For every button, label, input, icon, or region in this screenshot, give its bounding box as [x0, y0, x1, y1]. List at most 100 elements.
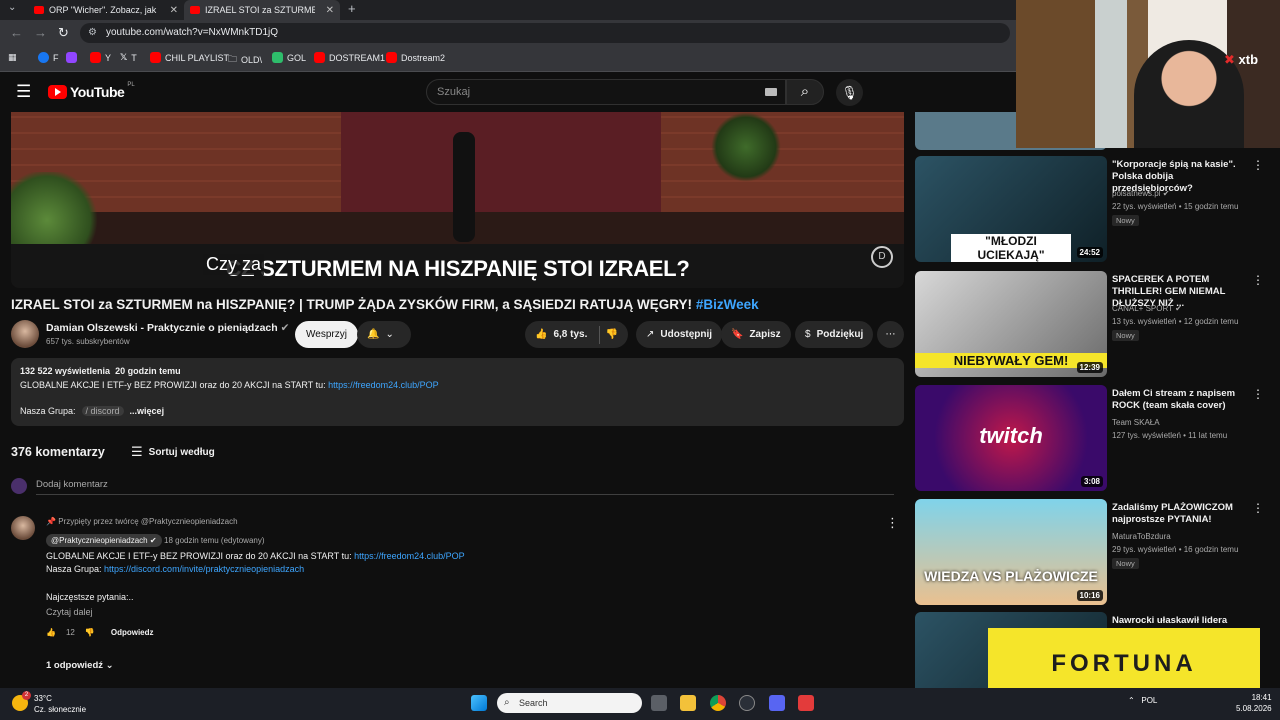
menu-icon[interactable]: ☰ [16, 82, 31, 102]
more-vert-icon[interactable]: ⋮ [1252, 158, 1264, 172]
video-description[interactable]: 132 522 wyświetlenia 20 godzin temu GLOB… [11, 358, 904, 426]
comment-avatar[interactable] [11, 516, 35, 540]
like-count: 6,8 tys. [553, 329, 588, 340]
recommendation-title[interactable]: Nawrocki ułaskawił lidera [1112, 615, 1252, 627]
tab-title: IZRAEL STOI za SZTURMEM na [205, 5, 315, 15]
sort-comments-button[interactable]: ☰ Sortuj według [131, 444, 215, 460]
recommendation-thumbnail[interactable]: NIEBYWAŁY GEM! 12:39 [915, 271, 1107, 377]
date: 5.08.2026 [1236, 704, 1272, 713]
recommendation-item[interactable]: twitch 3:08 Dałem Ci stream z napisem RO… [915, 385, 1267, 495]
clock[interactable]: 18:41 5.08.2026 [1236, 692, 1272, 714]
like-button[interactable]: 👍 6,8 tys. 👎 [525, 321, 628, 348]
channel-name[interactable]: Damian Olszewski - Praktycznie o pieniąd… [46, 322, 289, 334]
browser-tab-1[interactable]: ORP "Wicher". Zobacz, jak rośnie ✕ [28, 0, 184, 20]
more-vert-icon[interactable]: ⋮ [1252, 273, 1264, 287]
hashtag-link[interactable]: #BizWeek [696, 297, 759, 312]
verified-icon: ✔ [280, 322, 290, 334]
browser-tab-2[interactable]: IZRAEL STOI za SZTURMEM na ✕ [184, 0, 340, 20]
read-more-button[interactable]: Czytaj dalej [46, 607, 93, 617]
discord-link[interactable]: / discord [81, 406, 124, 416]
save-button[interactable]: 🔖 Zapisz [721, 321, 791, 348]
recommendation-item[interactable]: WIEDZA VS PLAŻOWICZE 10:16 Zadaliśmy PLA… [915, 499, 1267, 609]
url-field[interactable]: ⚙ youtube.com/watch?v=NxWMnkTD1jQ [80, 23, 1010, 43]
keyboard-icon[interactable] [765, 88, 777, 96]
app-icon[interactable] [798, 695, 814, 711]
obs-icon[interactable] [739, 695, 755, 711]
search-button[interactable]: ⌕ [786, 79, 824, 105]
thumbs-up-icon[interactable]: 👍 [46, 628, 56, 637]
new-tab-button[interactable]: + [348, 1, 356, 16]
recommendation-thumbnail[interactable]: twitch 3:08 [915, 385, 1107, 491]
recommendation-channel[interactable]: MaturaToBzdura [1112, 532, 1171, 541]
recommendation-channel[interactable]: CANAL+ SPORT ✔ [1112, 304, 1182, 313]
temperature: 33°C [34, 694, 52, 703]
recommendation-thumbnail[interactable]: "MŁODZI UCIEKAJĄ" 24:52 [915, 156, 1107, 262]
back-arrow-icon[interactable]: ← [10, 25, 23, 40]
bookmark-chil-playlist[interactable]: CHIL PLAYLIST [150, 52, 229, 63]
discord-link[interactable]: https://discord.com/invite/praktycznieop… [104, 564, 304, 574]
close-icon[interactable]: ✕ [326, 5, 334, 16]
language-indicator[interactable]: POL [1141, 696, 1157, 705]
divider [36, 494, 894, 495]
video-player[interactable]: CZ SZTURMEM NA HISZPANIĘ STOI IZRAEL? Cz… [11, 112, 904, 288]
thumbs-down-icon[interactable]: 👎 [85, 628, 95, 637]
taskbar-search[interactable]: ⌕ Search [497, 693, 642, 713]
recommendation-title[interactable]: Dałem Ci stream z napisem ROCK (team ska… [1112, 388, 1252, 412]
system-tray[interactable]: ⌃ POL [1128, 696, 1157, 705]
forward-arrow-icon[interactable]: → [34, 25, 47, 40]
notifications-button[interactable]: 🔔 ⌄ [357, 321, 411, 348]
comment-line: Najczęstsze pytania:.. [46, 592, 134, 602]
add-comment-input[interactable]: Dodaj komentarz [36, 479, 108, 490]
more-vert-icon[interactable]: ⋮ [1252, 387, 1264, 401]
voice-search-button[interactable]: 🎙 [836, 79, 863, 106]
browser-tab-bar: ⌄ ORP "Wicher". Zobacz, jak rośnie ✕ IZR… [0, 0, 1016, 20]
thanks-button[interactable]: $ Podziękuj [795, 321, 874, 348]
comment-author[interactable]: @Praktycznieopieniadzach ✔ [46, 534, 162, 547]
reply-button[interactable]: Odpowiedz [111, 628, 154, 637]
comment-count: 376 komentarzy [11, 445, 105, 459]
more-vert-icon[interactable]: ⋮ [1252, 501, 1264, 515]
discord-icon[interactable] [769, 695, 785, 711]
comment-menu-icon[interactable]: ⋮ [886, 515, 899, 531]
thumbnail-text: WIEDZA VS PLAŻOWICZE [924, 568, 1098, 584]
bookmark-facebook[interactable]: F [38, 52, 59, 63]
apps-grid-icon[interactable]: ▦ [8, 52, 17, 63]
recommendation-channel[interactable]: Team SKAŁA [1112, 418, 1160, 427]
bookmark-dostream1[interactable]: DOSTREAM1 [314, 52, 385, 63]
recommendation-title[interactable]: Zadaliśmy PLAŻOWICZOM najprostsze PYTANI… [1112, 502, 1252, 526]
file-explorer-icon[interactable] [680, 695, 696, 711]
more-actions-button[interactable]: ⋯ [877, 321, 904, 348]
windows-start-icon[interactable] [471, 695, 487, 711]
bookmark-youtube[interactable]: Y [90, 52, 111, 63]
comment-time[interactable]: 18 godzin temu (edytowany) [164, 536, 265, 545]
freedom24-link[interactable]: https://freedom24.club/POP [328, 380, 439, 390]
time: 18:41 [1251, 693, 1272, 702]
duration-badge: 24:52 [1076, 247, 1103, 258]
site-info-icon[interactable]: ⚙ [88, 23, 97, 43]
youtube-logo[interactable]: YouTube PL [48, 82, 135, 100]
show-more-button[interactable]: ...więcej [130, 406, 165, 416]
close-icon[interactable]: ✕ [170, 5, 178, 16]
search-input[interactable]: Szukaj [426, 79, 786, 105]
share-button[interactable]: ↗ Udostępnij [636, 321, 723, 348]
bookmark-twitch[interactable] [66, 52, 77, 63]
support-button[interactable]: Wesprzyj [295, 321, 358, 348]
tab-search-icon[interactable]: ⌄ [8, 2, 16, 13]
bookmark-dostream2[interactable]: Dostream2 [386, 52, 445, 63]
bookmark-x[interactable]: 𝕏T [120, 52, 137, 63]
bookmark-gol[interactable]: GOL [272, 52, 306, 63]
chrome-icon[interactable] [710, 695, 726, 711]
channel-text: polsatnews.pl [1112, 189, 1161, 198]
reload-icon[interactable]: ↻ [58, 25, 69, 41]
freedom24-link[interactable]: https://freedom24.club/POP [354, 551, 465, 561]
bookmark-old[interactable]: 🗀 OLD\ [228, 52, 262, 68]
recommendation-channel[interactable]: polsatnews.pl ✔ [1112, 189, 1169, 198]
recommendation-item[interactable]: NIEBYWAŁY GEM! 12:39 SPACEREK A POTEM TH… [915, 271, 1267, 381]
recommendation-item[interactable]: "MŁODZI UCIEKAJĄ" 24:52 "Korporacje śpią… [915, 156, 1267, 266]
recommendation-thumbnail[interactable]: WIEDZA VS PLAŻOWICZE 10:16 [915, 499, 1107, 605]
thumbs-down-icon[interactable]: 👎 [606, 329, 618, 340]
replies-toggle[interactable]: 1 odpowiedź ⌄ [46, 660, 114, 671]
task-view-icon[interactable] [651, 695, 667, 711]
channel-watermark-icon[interactable]: D [871, 246, 893, 268]
channel-avatar[interactable] [11, 320, 39, 348]
